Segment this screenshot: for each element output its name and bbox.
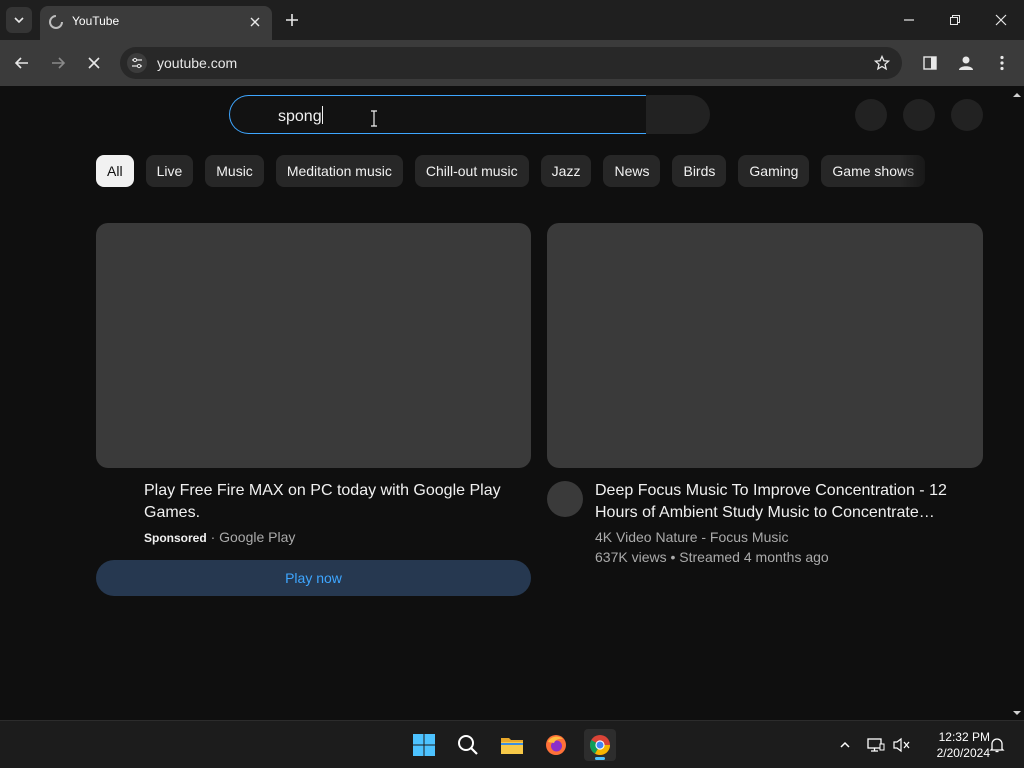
tab-title: YouTube [72, 14, 120, 28]
taskbar-start-button[interactable] [408, 729, 440, 761]
folder-icon [501, 738, 523, 754]
side-panel-icon [923, 56, 937, 70]
active-app-indicator [595, 757, 605, 760]
notifications-center-button[interactable] [987, 735, 1007, 755]
speaker-muted-icon [893, 737, 910, 753]
chevron-down-icon [14, 17, 24, 24]
channel-avatar[interactable] [547, 481, 583, 517]
filter-chips: All Live Music Meditation music Chill-out mu… [96, 155, 938, 187]
filter-chip[interactable]: Gaming [738, 155, 810, 187]
back-button[interactable] [9, 50, 35, 76]
channel-name[interactable]: 4K Video Nature - Focus Music [595, 529, 789, 545]
arrow-left-icon [14, 57, 28, 69]
filter-chip[interactable]: Music [205, 155, 264, 187]
star-icon [874, 55, 890, 71]
filter-chip[interactable]: Birds [672, 155, 727, 187]
close-icon [88, 57, 100, 69]
filter-chip[interactable]: Meditation music [275, 155, 403, 187]
search-icon [458, 735, 478, 755]
browser-menu-button[interactable] [989, 50, 1015, 76]
scroll-up-arrow-icon[interactable] [1012, 90, 1022, 100]
site-info-button[interactable] [127, 53, 147, 73]
firefox-icon [546, 735, 566, 755]
side-panel-button[interactable] [917, 50, 943, 76]
chevron-up-icon [840, 741, 850, 748]
stop-loading-button[interactable] [81, 50, 107, 76]
forward-button[interactable] [45, 50, 71, 76]
filter-chip[interactable]: Jazz [540, 155, 592, 187]
taskbar-clock[interactable]: 12:32 PM 2/20/2024 [920, 729, 990, 761]
taskbar-search-button[interactable] [452, 729, 484, 761]
video-thumbnail[interactable] [547, 223, 983, 468]
create-button[interactable] [855, 99, 887, 131]
bookmark-button[interactable] [872, 53, 892, 73]
advertiser-name: Google Play [219, 529, 296, 545]
person-icon [959, 56, 973, 70]
text-caret [321, 106, 323, 124]
restore-icon [950, 15, 960, 25]
clock-date: 2/20/2024 [936, 746, 990, 760]
chrome-icon [590, 735, 610, 755]
play-now-button[interactable]: Play now [96, 560, 531, 596]
windows-logo-icon [413, 734, 435, 756]
search-input[interactable]: spong [229, 95, 646, 134]
meta-separator: · [210, 529, 216, 545]
video-stats: 637K views • Streamed 4 months ago [595, 549, 829, 565]
restore-button[interactable] [932, 0, 978, 40]
sponsored-label: Sponsored [144, 531, 207, 545]
search-query-text: spong [278, 106, 323, 126]
monitor-network-icon [867, 738, 885, 752]
network-status-button[interactable] [866, 735, 886, 755]
url-text: youtube.com [157, 55, 238, 71]
ad-meta: Sponsored · Google Play [144, 529, 295, 545]
text-cursor-icon [371, 110, 377, 127]
windows-taskbar: 12:32 PM 2/20/2024 [0, 720, 1024, 768]
search-button[interactable] [646, 95, 710, 134]
clock-time: 12:32 PM [938, 730, 990, 744]
filter-chip[interactable]: News [603, 155, 661, 187]
taskbar-firefox[interactable] [540, 729, 572, 761]
tab-search-button[interactable] [6, 7, 32, 33]
browser-toolbar: youtube.com [0, 40, 1024, 86]
scroll-down-arrow-icon[interactable] [1012, 708, 1022, 718]
minimize-icon [904, 19, 914, 21]
filter-chip[interactable]: Chill-out music [414, 155, 529, 187]
filter-chip[interactable]: All [96, 155, 134, 187]
tune-icon [132, 57, 142, 69]
browser-tab-youtube[interactable]: YouTube [40, 6, 272, 40]
volume-button[interactable] [892, 735, 912, 755]
minimize-button[interactable] [886, 0, 932, 40]
account-avatar[interactable] [951, 99, 983, 131]
filter-chip[interactable]: Live [145, 155, 194, 187]
new-tab-button[interactable] [282, 10, 302, 30]
youtube-page: spong All Live Music Meditation music Chill-… [0, 86, 1024, 720]
video-thumbnail-ad[interactable] [96, 223, 531, 468]
taskbar-file-explorer[interactable] [496, 729, 528, 761]
show-hidden-icons-button[interactable] [835, 735, 855, 755]
loading-spinner-icon [49, 15, 63, 29]
browser-titlebar: YouTube [0, 0, 1024, 40]
profile-button[interactable] [953, 50, 979, 76]
arrow-right-icon [52, 57, 66, 69]
notifications-button[interactable] [903, 99, 935, 131]
plus-icon [286, 14, 298, 26]
more-vertical-icon [1000, 55, 1004, 71]
bell-icon [989, 738, 1005, 753]
close-icon [995, 14, 1007, 26]
taskbar-chrome[interactable] [584, 729, 616, 761]
address-bar[interactable]: youtube.com [120, 47, 902, 79]
tab-close-button[interactable] [246, 13, 264, 31]
video-title[interactable]: Deep Focus Music To Improve Concentratio… [595, 480, 975, 524]
ad-title[interactable]: Play Free Fire MAX on PC today with Goog… [144, 480, 524, 524]
close-icon [250, 17, 260, 27]
chips-fade [900, 155, 940, 187]
search-query-value: spong [278, 108, 322, 125]
close-window-button[interactable] [978, 0, 1024, 40]
